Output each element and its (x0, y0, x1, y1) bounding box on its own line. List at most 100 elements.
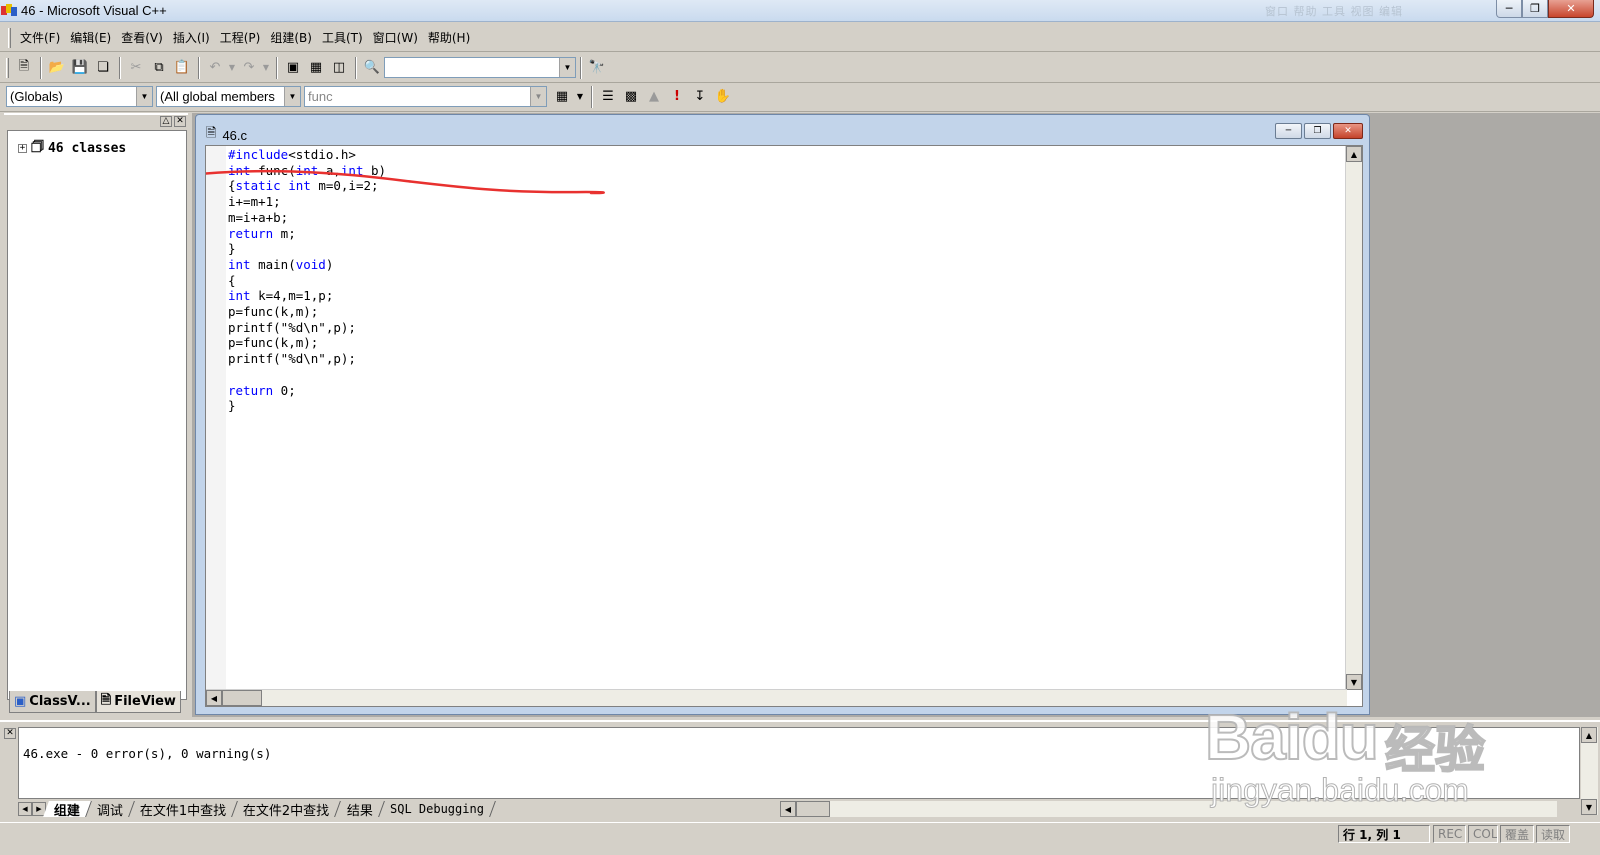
tree-root-node[interactable]: + 🗇 46 classes (18, 136, 126, 160)
toolbar-grip (6, 57, 9, 78)
restore-button[interactable]: ❐ (1522, 0, 1548, 18)
save-all-icon[interactable]: ❏ (92, 57, 114, 79)
doc-restore-button[interactable]: ❐ (1304, 123, 1331, 139)
scroll-left-icon[interactable]: ◀ (206, 690, 222, 706)
classes-icon: 🗇 (31, 139, 44, 155)
open-folder-icon[interactable]: 📂 (46, 57, 68, 79)
workspace-pane: △ ✕ + 🗇 46 classes ▣ ClassV... 🗎 FileVie… (4, 113, 188, 716)
tab-scroll-left-icon[interactable]: ◀ (18, 802, 32, 816)
members-combo[interactable]: (All global members ▼ (156, 86, 301, 107)
menu-insert[interactable]: 插入(I) (168, 29, 215, 46)
code-line[interactable]: { (228, 273, 386, 289)
class-tree: + 🗇 46 classes (7, 130, 187, 700)
compile-icon[interactable]: ☰ (597, 86, 619, 108)
code-line[interactable]: #include<stdio.h> (228, 147, 386, 163)
build-icon[interactable]: ▩ (620, 86, 642, 108)
output-horizontal-scrollbar[interactable]: ◀ (780, 801, 1557, 817)
wizard-action-dropdown-icon[interactable]: ▼ (574, 86, 586, 108)
source-code[interactable]: #include<stdio.h> int func(int a,int b) {s… (228, 147, 386, 414)
scroll-up-icon[interactable]: ▲ (1581, 727, 1597, 743)
tree-root-label: 46 classes (47, 140, 127, 156)
execute-icon[interactable]: ! (666, 86, 688, 108)
output-text-area[interactable]: 46.exe - 0 error(s), 0 warning(s) (18, 727, 1580, 799)
cut-icon[interactable]: ✂ (125, 57, 147, 79)
editor-vertical-scrollbar[interactable]: ▲ ▼ (1345, 146, 1362, 690)
code-line[interactable]: int func(int a,int b) (228, 163, 386, 179)
minimize-button[interactable]: ─ (1496, 0, 1522, 18)
chevron-down-icon[interactable]: ▼ (530, 87, 546, 106)
close-button[interactable]: ✕ (1548, 0, 1594, 18)
scroll-left-icon[interactable]: ◀ (780, 801, 796, 817)
code-line[interactable]: printf("%d\n",p); (228, 320, 386, 336)
tab-results[interactable]: 结果 (335, 801, 385, 819)
output-vertical-scrollbar[interactable]: ▲ ▼ (1581, 727, 1598, 815)
output-close-icon[interactable]: ✕ (4, 728, 16, 739)
find-in-files-icon[interactable]: 🔍 (361, 57, 383, 79)
editor-horizontal-scrollbar[interactable]: ◀ (206, 689, 1347, 706)
tab-debug[interactable]: 调试 (86, 801, 135, 819)
menu-edit[interactable]: 编辑(E) (65, 29, 116, 46)
menu-view[interactable]: 查看(V) (116, 29, 168, 46)
redo-icon[interactable]: ↷ (238, 57, 260, 79)
code-line[interactable]: m=i+a+b; (228, 210, 386, 226)
output-toggle-icon[interactable]: ▦ (305, 57, 327, 79)
code-editor[interactable]: #include<stdio.h> int func(int a,int b) {s… (205, 145, 1363, 707)
scroll-up-icon[interactable]: ▲ (1346, 146, 1362, 162)
scope-combo[interactable]: (Globals) ▼ (6, 86, 153, 107)
doc-minimize-button[interactable]: ─ (1275, 123, 1302, 139)
menu-window[interactable]: 窗口(W) (368, 29, 423, 46)
code-line[interactable] (228, 367, 386, 383)
code-line[interactable]: return 0; (228, 383, 386, 399)
workspace-toggle-icon[interactable]: ▣ (282, 57, 304, 79)
code-line[interactable]: {static int m=0,i=2; (228, 178, 386, 194)
wizard-action-icon[interactable]: ▦ (551, 86, 573, 108)
function-combo[interactable]: func ▼ (304, 86, 547, 107)
scroll-thumb[interactable] (796, 801, 830, 817)
new-file-icon[interactable]: 🗎 (13, 57, 35, 79)
save-icon[interactable]: 💾 (69, 57, 91, 79)
undo-icon[interactable]: ↶ (204, 57, 226, 79)
chevron-down-icon[interactable]: ▼ (136, 87, 152, 106)
go-debug-icon[interactable]: ↧ (689, 86, 711, 108)
tab-find-in-files-1[interactable]: 在文件1中查找 (129, 801, 239, 819)
dock-toggle-icon[interactable]: △ (160, 115, 172, 127)
tab-build[interactable]: 组建 (43, 801, 92, 819)
breakpoint-hand-icon[interactable]: ✋ (712, 86, 734, 108)
output-tabs: ◀ ▶ 组建 调试 在文件1中查找 在文件2中查找 结果 SQL Debuggi… (18, 801, 778, 819)
tab-find-in-files-2[interactable]: 在文件2中查找 (232, 801, 342, 819)
scroll-thumb[interactable] (222, 690, 262, 706)
menu-build[interactable]: 组建(B) (265, 29, 317, 46)
code-line[interactable]: int main(void) (228, 257, 386, 273)
menu-tools[interactable]: 工具(T) (317, 29, 368, 46)
doc-close-button[interactable]: ✕ (1333, 123, 1363, 139)
code-line[interactable]: p=func(k,m); (228, 304, 386, 320)
workspace-close-icon[interactable]: ✕ (174, 115, 186, 127)
code-line[interactable]: int k=4,m=1,p; (228, 288, 386, 304)
chevron-down-icon[interactable]: ▼ (559, 58, 575, 77)
scroll-down-icon[interactable]: ▼ (1346, 674, 1362, 690)
chevron-down-icon[interactable]: ▼ (284, 87, 300, 106)
menu-help[interactable]: 帮助(H) (423, 29, 475, 46)
copy-icon[interactable]: ⧉ (148, 57, 170, 79)
code-line[interactable]: printf("%d\n",p); (228, 351, 386, 367)
find-combo[interactable]: ▼ (384, 57, 576, 78)
code-line[interactable]: } (228, 398, 386, 414)
redo-dropdown-icon[interactable]: ▼ (261, 57, 271, 79)
code-line[interactable]: return m; (228, 226, 386, 242)
tab-sql-debugging[interactable]: SQL Debugging (378, 801, 496, 817)
scroll-down-icon[interactable]: ▼ (1581, 799, 1597, 815)
find-binoculars-icon[interactable]: 🔭 (586, 57, 608, 79)
tab-classview[interactable]: ▣ ClassV... (9, 691, 96, 713)
expand-plus-icon[interactable]: + (18, 143, 27, 153)
stop-build-icon[interactable]: ▲ (643, 86, 665, 108)
workspace-tabs: ▣ ClassV... 🗎 FileView (9, 691, 181, 713)
menu-project[interactable]: 工程(P) (215, 29, 266, 46)
code-line[interactable]: p=func(k,m); (228, 335, 386, 351)
menu-file[interactable]: 文件(F) (15, 29, 65, 46)
paste-icon[interactable]: 📋 (171, 57, 193, 79)
window-list-icon[interactable]: ◫ (328, 57, 350, 79)
tab-fileview[interactable]: 🗎 FileView (95, 691, 181, 713)
code-line[interactable]: i+=m+1; (228, 194, 386, 210)
code-line[interactable]: } (228, 241, 386, 257)
undo-dropdown-icon[interactable]: ▼ (227, 57, 237, 79)
